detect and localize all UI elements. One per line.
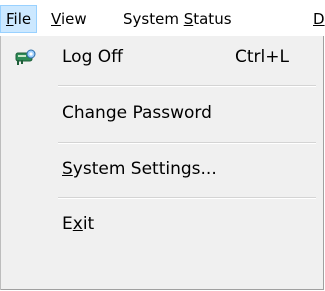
exit-rest: it <box>82 214 95 234</box>
exit-prefix: E <box>62 214 73 234</box>
menu-item-system-settings[interactable]: System Settings... <box>0 150 322 188</box>
log-off-label: Log Off <box>62 47 123 67</box>
menu-bar: File View System Status D <box>0 0 325 36</box>
menu-system-status[interactable]: System Status <box>118 6 237 32</box>
exit-label: Exit <box>62 205 94 243</box>
menu-separator <box>58 85 316 87</box>
menu-system-status-mnemonic: S <box>183 10 194 28</box>
menu-system-status-prefix: System <box>123 10 184 28</box>
menu-separator <box>58 197 316 199</box>
system-settings-mnemonic: S <box>62 159 73 179</box>
menu-item-exit[interactable]: Exit <box>0 205 322 243</box>
file-dropdown-menu: Log Off Ctrl+L Change Password System Se… <box>0 36 324 290</box>
menu-file-mnemonic: F <box>6 10 14 28</box>
log-off-icon <box>14 44 38 68</box>
menu-view[interactable]: View <box>46 6 92 32</box>
change-password-label: Change Password <box>62 103 212 123</box>
menu-item-log-off[interactable]: Log Off Ctrl+L <box>0 38 322 76</box>
menu-item-change-password[interactable]: Change Password <box>0 94 322 132</box>
log-off-shortcut: Ctrl+L <box>235 47 289 67</box>
exit-mnemonic: x <box>72 214 83 234</box>
menu-next-partial[interactable]: D <box>308 6 325 32</box>
menu-system-status-rest: tatus <box>193 10 232 28</box>
menu-file-rest: ile <box>13 10 32 28</box>
menu-file[interactable]: File <box>0 5 38 33</box>
system-settings-label: System Settings... <box>62 150 217 188</box>
system-settings-rest: ystem Settings... <box>72 159 217 179</box>
window-left-edge <box>0 36 1 290</box>
menu-view-rest: iew <box>60 10 87 28</box>
menu-next-mnemonic: D <box>313 10 325 28</box>
menu-view-mnemonic: V <box>51 10 61 28</box>
menu-separator <box>58 142 316 144</box>
